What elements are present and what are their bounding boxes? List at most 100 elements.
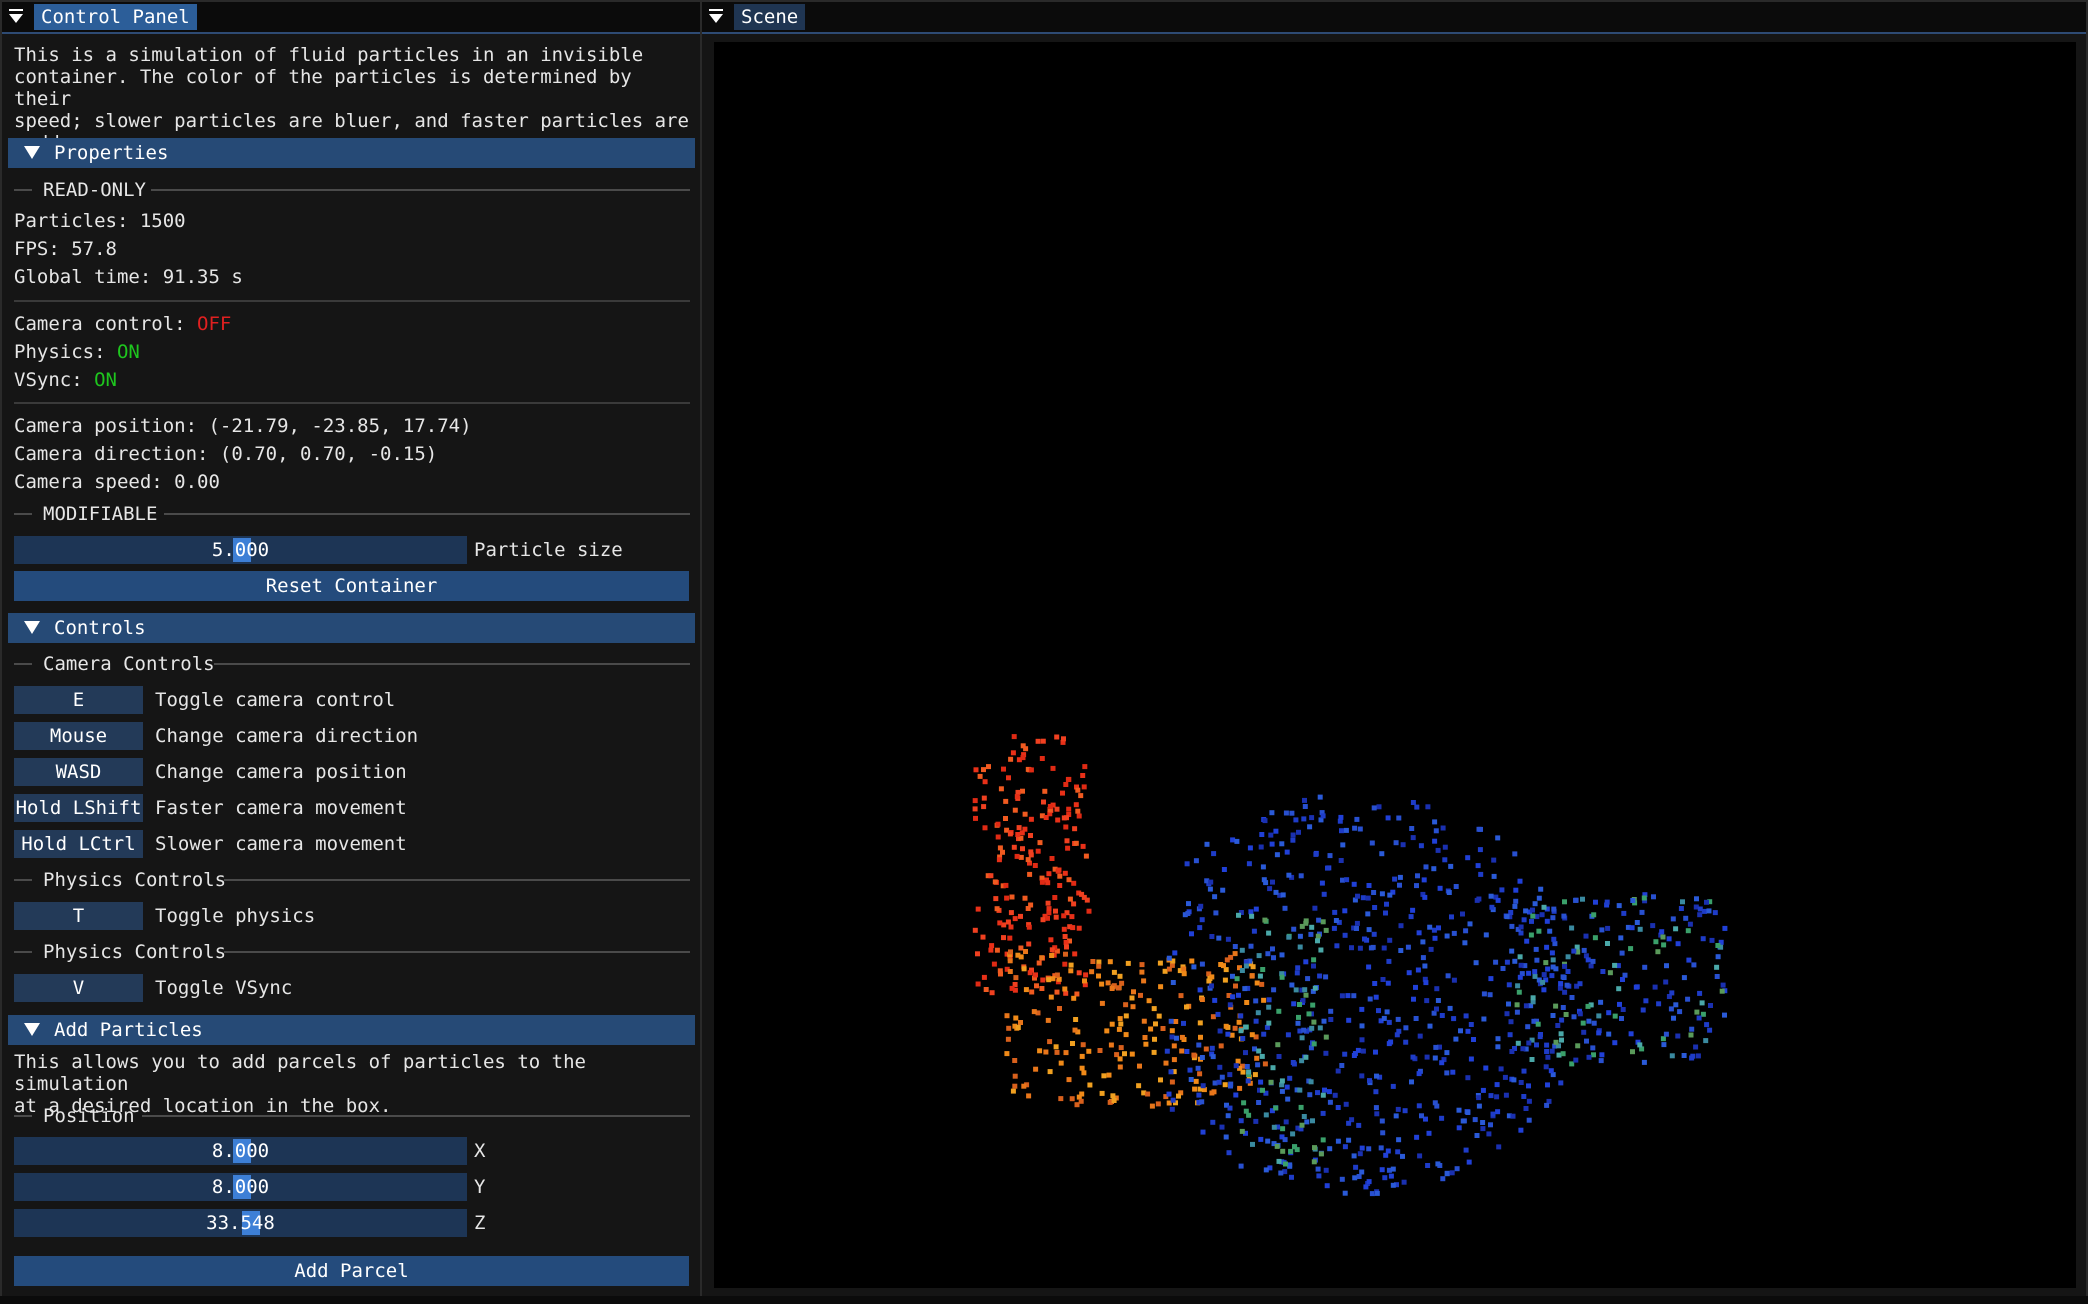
particle bbox=[1069, 914, 1075, 920]
particle bbox=[1040, 977, 1046, 983]
particle bbox=[1346, 1137, 1352, 1143]
particle bbox=[1259, 832, 1265, 837]
particle bbox=[1199, 961, 1205, 967]
particle bbox=[1533, 946, 1539, 952]
particle-size-slider[interactable]: 5.000 bbox=[14, 536, 467, 564]
particle bbox=[1110, 1093, 1116, 1099]
position-z-slider[interactable]: 33.548 bbox=[14, 1209, 467, 1237]
particle bbox=[1397, 882, 1402, 888]
particle bbox=[1245, 1078, 1251, 1084]
particle bbox=[1357, 826, 1363, 832]
particle bbox=[1328, 1017, 1334, 1022]
key-v-desc: Toggle VSync bbox=[155, 977, 293, 999]
position-x-slider[interactable]: 8.000 bbox=[14, 1137, 467, 1165]
particle bbox=[1020, 846, 1025, 852]
particle bbox=[1706, 908, 1712, 914]
particle bbox=[1215, 1011, 1221, 1017]
control-panel-title[interactable]: Control Panel bbox=[34, 4, 197, 30]
particle bbox=[1541, 972, 1547, 978]
add-particles-header[interactable]: Add Particles bbox=[8, 1015, 695, 1045]
particle bbox=[1346, 1017, 1352, 1023]
particle bbox=[1689, 1026, 1695, 1032]
reset-container-button[interactable]: Reset Container bbox=[14, 571, 689, 601]
particle bbox=[1354, 920, 1360, 926]
particle bbox=[1078, 793, 1084, 799]
particle bbox=[1359, 1037, 1365, 1043]
particle bbox=[1299, 1035, 1305, 1041]
particle bbox=[1509, 948, 1515, 954]
particle bbox=[1366, 927, 1372, 933]
particle bbox=[1653, 939, 1659, 945]
collapse-triangle-icon[interactable] bbox=[8, 8, 24, 24]
particle bbox=[1269, 810, 1275, 816]
particle bbox=[1293, 987, 1299, 993]
particle bbox=[1541, 987, 1547, 993]
particle bbox=[1233, 1063, 1239, 1069]
collapse-triangle-icon[interactable] bbox=[708, 8, 724, 24]
particle bbox=[1263, 1112, 1269, 1118]
particle bbox=[1109, 1021, 1115, 1027]
particle bbox=[1385, 980, 1391, 986]
particle bbox=[1279, 974, 1285, 980]
particle bbox=[1032, 863, 1038, 868]
particle bbox=[1651, 894, 1656, 900]
particle bbox=[1232, 951, 1238, 957]
particle bbox=[1339, 993, 1345, 999]
particle bbox=[1221, 867, 1227, 872]
particle bbox=[1168, 1018, 1174, 1024]
particle bbox=[1193, 1078, 1199, 1084]
particle bbox=[973, 767, 979, 773]
particle bbox=[1047, 1039, 1053, 1045]
particle bbox=[1526, 1098, 1532, 1104]
particle bbox=[1480, 1126, 1486, 1132]
particle bbox=[1324, 1183, 1330, 1189]
particle bbox=[1273, 889, 1279, 895]
particle bbox=[1174, 1035, 1179, 1041]
particle bbox=[1196, 1042, 1202, 1048]
particle bbox=[1301, 1114, 1307, 1119]
particle bbox=[1053, 1044, 1059, 1050]
particle bbox=[1673, 1002, 1679, 1008]
particle bbox=[1090, 959, 1096, 964]
properties-header[interactable]: Properties bbox=[8, 138, 695, 168]
particle bbox=[1014, 794, 1020, 800]
particle bbox=[1323, 927, 1329, 933]
control-panel-titlebar[interactable]: Control Panel bbox=[2, 2, 700, 34]
add-parcel-button[interactable]: Add Parcel bbox=[14, 1256, 689, 1286]
scene-titlebar[interactable]: Scene bbox=[702, 2, 2086, 34]
particle bbox=[1064, 944, 1069, 950]
particle bbox=[1289, 1174, 1294, 1180]
particle bbox=[1565, 969, 1571, 974]
particle bbox=[1618, 935, 1624, 941]
particle bbox=[1476, 1103, 1482, 1109]
particle bbox=[1072, 826, 1078, 832]
particle bbox=[1243, 959, 1249, 965]
position-y-slider[interactable]: 8.000 bbox=[14, 1173, 467, 1201]
scene-title[interactable]: Scene bbox=[734, 4, 806, 30]
particle bbox=[1493, 959, 1499, 965]
particle bbox=[1014, 853, 1020, 859]
particle bbox=[1160, 1026, 1166, 1031]
particle bbox=[1366, 1179, 1372, 1185]
particle bbox=[1307, 1092, 1313, 1098]
particle bbox=[1342, 932, 1348, 938]
particle bbox=[1217, 1028, 1223, 1034]
particle bbox=[1225, 1031, 1231, 1037]
controls-header[interactable]: Controls bbox=[8, 613, 695, 643]
particle bbox=[1209, 983, 1214, 989]
particle bbox=[1475, 863, 1481, 869]
particle bbox=[1280, 892, 1286, 898]
scene-viewport[interactable] bbox=[714, 42, 2076, 1288]
particle bbox=[1004, 1013, 1010, 1019]
particle bbox=[1323, 1167, 1329, 1173]
particle bbox=[1317, 973, 1323, 979]
particle bbox=[1055, 817, 1061, 823]
camera-controls-separator: Camera Controls bbox=[14, 651, 690, 677]
particle bbox=[1518, 1080, 1524, 1085]
particle bbox=[1521, 1094, 1527, 1099]
particle bbox=[1010, 1088, 1016, 1094]
particle bbox=[1390, 1083, 1396, 1089]
particle bbox=[1502, 1074, 1508, 1080]
particle bbox=[1158, 984, 1164, 990]
particle bbox=[1283, 810, 1289, 816]
